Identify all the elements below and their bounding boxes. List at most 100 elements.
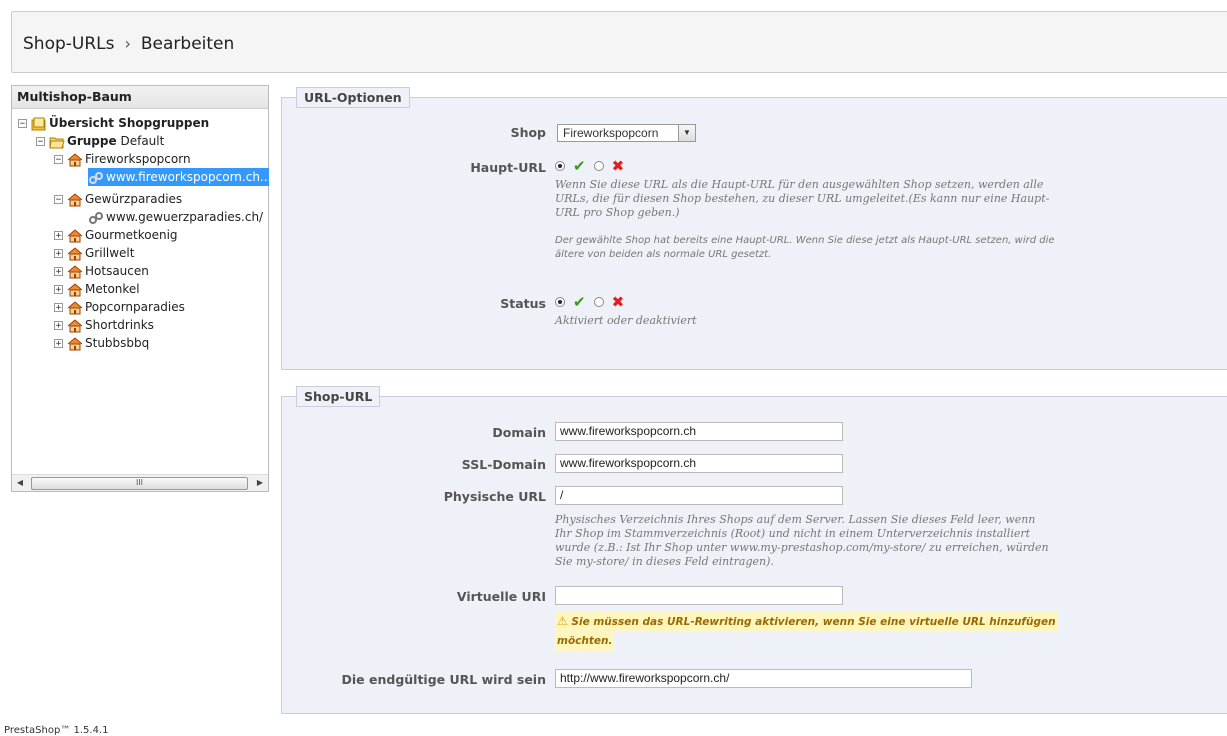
scroll-left-icon[interactable]: ◀ (12, 475, 28, 491)
check-icon: ✔ (573, 157, 586, 175)
expand-icon[interactable]: + (54, 285, 63, 295)
cross-icon: ✖ (611, 293, 625, 311)
virtual-uri-label: Virtuelle URI (456, 589, 546, 604)
link-icon (89, 211, 103, 224)
domain-input[interactable]: www.fireworkspopcorn.ch (555, 422, 843, 441)
shop-groups-icon (31, 117, 46, 130)
collapse-icon[interactable]: − (18, 119, 27, 129)
shop-house-icon (67, 228, 83, 242)
tree-root[interactable]: − Übersicht Shopgruppen (18, 114, 209, 132)
shop-house-icon (67, 192, 83, 206)
breadcrumb-shop-urls[interactable]: Shop-URLs (23, 34, 114, 54)
main-url-yes-radio[interactable] (555, 161, 565, 171)
status-off-radio[interactable] (593, 297, 604, 307)
shop-house-icon (67, 300, 83, 314)
scroll-thumb[interactable]: III (31, 477, 248, 490)
final-url-label: Die endgültige URL wird sein (341, 672, 546, 687)
tree-shop[interactable]: + Popcornparadies (54, 298, 185, 316)
url-options-legend: URL-Optionen (296, 87, 410, 108)
tree-shop-url[interactable]: www.gewuerzparadies.ch/ (88, 208, 263, 226)
virtual-uri-input[interactable] (555, 586, 843, 605)
check-icon: ✔ (573, 293, 586, 311)
tree-shop[interactable]: + Hotsaucen (54, 262, 149, 280)
ssl-domain-input[interactable]: www.fireworkspopcorn.ch (555, 454, 843, 473)
footer-version: PrestaShop™ 1.5.4.1 (4, 725, 109, 736)
expand-icon[interactable]: + (54, 303, 63, 313)
breadcrumb-edit: Bearbeiten (140, 34, 235, 54)
tree-shop[interactable]: + Stubbsbbq (54, 334, 149, 352)
domain-label: Domain (492, 425, 546, 440)
shop-house-icon (67, 318, 83, 332)
expand-icon[interactable]: + (54, 249, 63, 259)
shop-house-icon (67, 282, 83, 296)
shop-name: Popcornparadies (85, 300, 185, 314)
collapse-icon[interactable]: − (54, 155, 63, 165)
link-icon (89, 171, 103, 184)
status-radio-group: ✔ ✖ (555, 293, 632, 311)
status-hint: Aktiviert oder deaktiviert (555, 314, 697, 327)
physical-url-label: Physische URL (443, 489, 546, 504)
group-label: Gruppe (67, 134, 117, 148)
multishop-tree: Multishop-Baum − Übersicht Shopgruppen − G… (11, 85, 272, 492)
shop-url-label: www.fireworkspopcorn.ch... (106, 170, 272, 184)
main-url-label: Haupt-URL (470, 160, 546, 175)
main-url-hint-existing: Der gewählte Shop hat bereits eine Haupt… (555, 235, 1055, 260)
shop-url-fieldset: Shop-URL Domain www.fireworkspopcorn.ch … (281, 386, 1227, 714)
status-label: Status (500, 296, 546, 311)
shop-name: Gourmetkoenig (85, 228, 178, 242)
collapse-icon[interactable]: − (36, 137, 45, 147)
group-name: Default (120, 134, 165, 148)
main-url-radio-group: ✔ ✖ (555, 157, 632, 175)
shop-select-value: Fireworkspopcorn (563, 126, 659, 140)
shop-url-legend: Shop-URL (296, 386, 381, 407)
expand-icon[interactable]: + (54, 321, 63, 331)
tree-shop[interactable]: + Grillwelt (54, 244, 134, 262)
status-on-radio[interactable] (555, 297, 565, 307)
expand-icon[interactable]: + (54, 231, 63, 241)
shop-house-icon (67, 152, 83, 166)
tree-shop[interactable]: − Gewürzparadies (54, 190, 182, 208)
tree-group-default[interactable]: − Gruppe Default (36, 132, 164, 150)
tree-horizontal-scrollbar[interactable]: ◀ III ▶ (12, 474, 268, 491)
shop-name: Fireworkspopcorn (85, 152, 191, 166)
tree-root-label: Übersicht Shopgruppen (49, 116, 210, 130)
folder-open-icon (49, 137, 65, 148)
final-url-input: http://www.fireworkspopcorn.ch/ (555, 669, 972, 688)
tree-shop[interactable]: + Shortdrinks (54, 316, 154, 334)
shop-house-icon (67, 246, 83, 260)
physical-url-input[interactable]: / (555, 486, 843, 505)
physical-url-hint: Physisches Verzeichnis Ihres Shops auf d… (555, 513, 1049, 568)
shop-name: Stubbsbbq (85, 336, 150, 350)
url-options-fieldset: URL-Optionen Shop Fireworkspopcorn ▼ Hau… (281, 87, 1227, 370)
shop-house-icon (67, 336, 83, 350)
shop-house-icon (67, 264, 83, 278)
shop-select[interactable]: Fireworkspopcorn ▼ (557, 124, 696, 142)
chevron-down-icon[interactable]: ▼ (678, 125, 695, 141)
tree-shop-url-selected[interactable]: www.fireworkspopcorn.ch... (88, 168, 272, 186)
warning-text-line1: Sie müssen das URL-Rewriting aktivieren,… (571, 616, 1056, 628)
rewrite-warning: ⚠ Sie müssen das URL-Rewriting aktiviere… (555, 611, 1058, 632)
main-url-hint: Wenn Sie diese URL als die Haupt-URL für… (555, 178, 1050, 219)
tree-shop[interactable]: − Fireworkspopcorn (54, 150, 191, 168)
shop-name: Shortdrinks (85, 318, 154, 332)
expand-icon[interactable]: + (54, 267, 63, 277)
shop-name: Hotsaucen (85, 264, 149, 278)
collapse-icon[interactable]: − (54, 195, 63, 205)
shop-url-label: www.gewuerzparadies.ch/ (106, 210, 264, 224)
tree-title: Multishop-Baum (12, 86, 268, 109)
shop-name: Gewürzparadies (85, 192, 183, 206)
main-url-no-radio[interactable] (593, 161, 604, 171)
cross-icon: ✖ (611, 157, 625, 175)
rewrite-warning-cont: möchten. (555, 631, 615, 651)
expand-icon[interactable]: + (54, 339, 63, 349)
tree-shop[interactable]: + Gourmetkoenig (54, 226, 178, 244)
tree-shop[interactable]: + Metonkel (54, 280, 140, 298)
breadcrumb-separator-icon: › (124, 34, 131, 53)
warning-icon: ⚠ (557, 614, 568, 628)
ssl-domain-label: SSL-Domain (461, 457, 546, 472)
scroll-right-icon[interactable]: ▶ (252, 475, 268, 491)
shop-name: Metonkel (85, 282, 140, 296)
breadcrumb: Shop-URLs › Bearbeiten (23, 34, 234, 54)
shop-label: Shop (510, 125, 546, 140)
shop-name: Grillwelt (85, 246, 135, 260)
